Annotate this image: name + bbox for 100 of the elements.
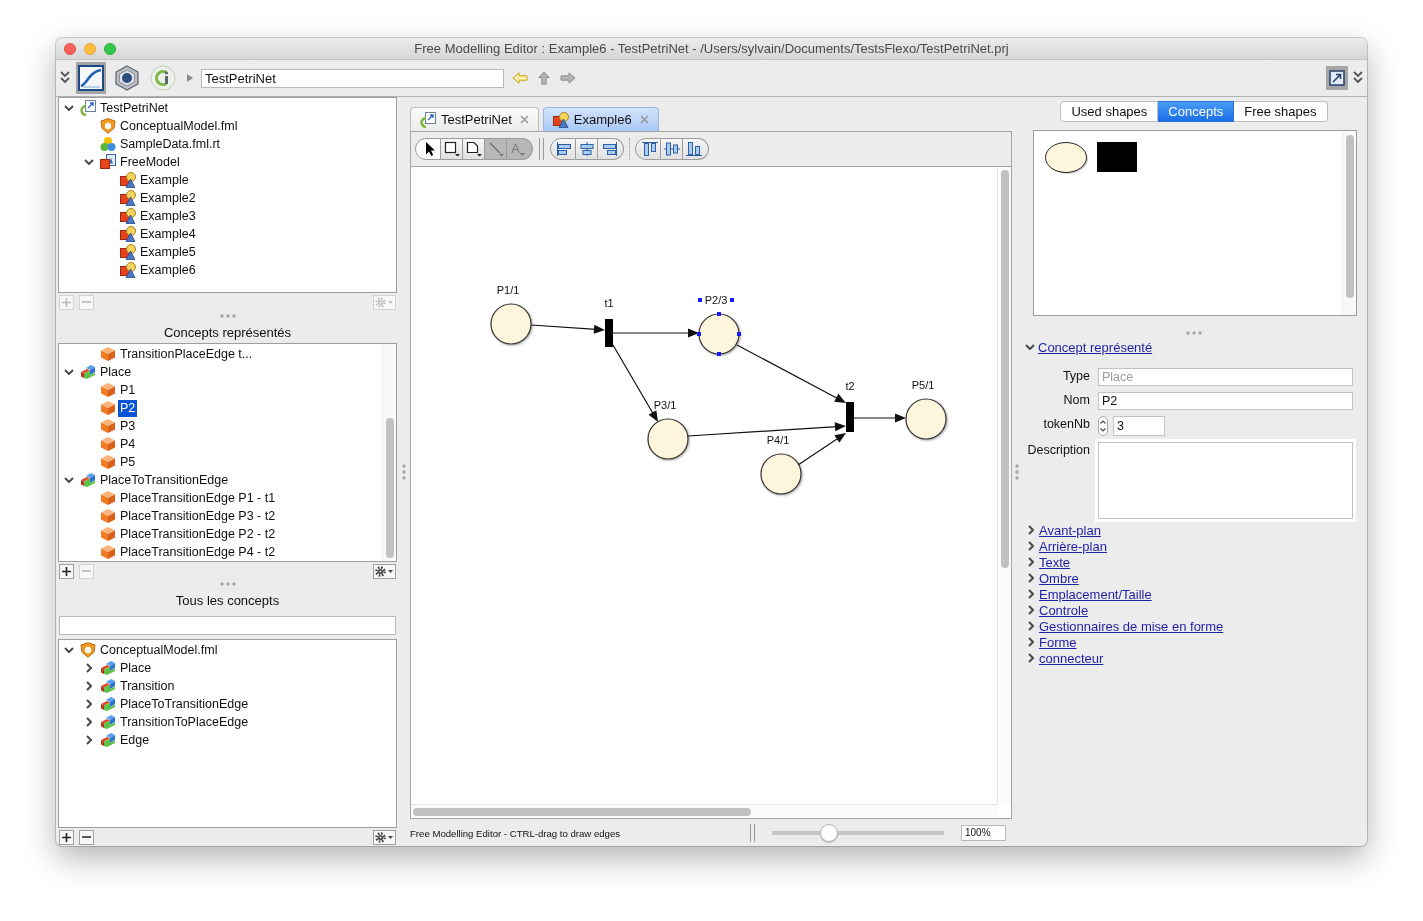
rectangle-tool-button[interactable] [441, 138, 463, 160]
section-link[interactable]: connecteur [1039, 650, 1104, 666]
tree-item[interactable]: P3 [118, 417, 138, 435]
tree-item[interactable]: P1 [118, 381, 138, 399]
add-button[interactable] [59, 829, 74, 845]
tree-item[interactable]: PlaceTransitionEdge P1 - t1 [118, 489, 278, 507]
tree-item[interactable]: Example3 [138, 207, 198, 225]
tree-item[interactable]: TestPetriNet [98, 99, 171, 117]
selection-handle[interactable] [737, 332, 741, 336]
editor-tab[interactable]: Example6 [542, 107, 659, 131]
chevron-right-icon[interactable] [86, 735, 92, 745]
tree-item[interactable]: ConceptualModel.fml [98, 641, 220, 659]
chevron-right-icon[interactable] [1028, 621, 1034, 631]
chevron-right-icon[interactable] [1028, 525, 1034, 535]
settings-button[interactable] [373, 563, 396, 579]
stepper-icon[interactable] [1098, 416, 1108, 436]
chevron-right-icon[interactable] [1028, 573, 1034, 583]
align-button[interactable] [635, 138, 661, 160]
slider-thumb[interactable] [819, 823, 838, 842]
align-button[interactable] [576, 138, 598, 160]
close-icon[interactable] [519, 115, 529, 124]
align-button[interactable] [683, 138, 709, 160]
chevron-down-icon[interactable] [64, 477, 74, 483]
zoom-field[interactable]: 100% [961, 824, 1006, 841]
chevron-down-icon[interactable] [1025, 344, 1035, 350]
align-button[interactable] [598, 138, 624, 160]
chevron-right-icon[interactable] [86, 663, 92, 673]
section-link[interactable]: Forme [1039, 634, 1077, 650]
search-field[interactable] [59, 616, 396, 635]
tree-item[interactable]: FreeModel [118, 153, 182, 171]
grip-handle-icon[interactable] [1186, 331, 1202, 335]
tree-item[interactable]: PlaceToTransitionEdge [118, 695, 251, 713]
tree-item[interactable]: PlaceToTransitionEdge [98, 471, 231, 489]
grip-handle-icon[interactable] [1015, 463, 1019, 480]
editor-tab[interactable]: TestPetriNet [410, 107, 539, 131]
tree-item[interactable]: TransitionToPlaceEdge [118, 713, 251, 731]
chevron-down-icon[interactable] [64, 105, 74, 111]
tree-item[interactable]: P2 [118, 399, 138, 417]
section-link[interactable]: Controle [1039, 602, 1089, 618]
grip-handle-icon[interactable] [402, 463, 406, 480]
vertical-scrollbar[interactable] [1342, 131, 1356, 315]
view-tab[interactable]: Free shapes [1234, 101, 1328, 122]
chevron-right-icon[interactable] [1028, 653, 1034, 663]
chevron-right-icon[interactable] [1028, 557, 1034, 567]
tree-item[interactable]: PlaceTransitionEdge P3 - t2 [118, 507, 278, 525]
perspective-button[interactable] [76, 62, 106, 94]
tree-item[interactable]: SampleData.fml.rt [118, 135, 223, 153]
double-chevron-icon[interactable] [1353, 71, 1363, 85]
tree-item[interactable]: Example6 [138, 261, 198, 279]
selection-handle[interactable] [730, 298, 734, 302]
chevron-right-icon[interactable] [1028, 541, 1034, 551]
add-button[interactable] [59, 563, 74, 579]
view-tab[interactable]: Used shapes [1060, 101, 1159, 122]
tree-item[interactable]: PlaceTransitionEdge P2 - t2 [118, 525, 278, 543]
grip-handle-icon[interactable] [219, 582, 236, 586]
tree-item[interactable]: Place [118, 659, 154, 677]
tree-item[interactable]: Place [98, 363, 134, 381]
align-button[interactable] [661, 138, 683, 160]
tree-item[interactable]: P4 [118, 435, 138, 453]
tree-item[interactable]: ConceptualModel.fml [118, 117, 240, 135]
tree-item[interactable]: P5 [118, 453, 138, 471]
selection-handle[interactable] [698, 298, 702, 302]
settings-button[interactable] [373, 829, 396, 845]
chevron-right-icon[interactable] [1028, 589, 1034, 599]
vertical-scrollbar[interactable] [997, 167, 1011, 804]
section-link[interactable]: Arrière-plan [1039, 538, 1107, 554]
pointer-tool-button[interactable] [415, 138, 441, 160]
close-icon[interactable] [64, 42, 76, 55]
view-tab[interactable]: Concepts [1158, 101, 1235, 122]
remove-button[interactable] [79, 829, 94, 845]
chevron-down-icon[interactable] [64, 647, 74, 653]
selection-handle[interactable] [717, 312, 721, 316]
section-link[interactable]: Texte [1039, 554, 1071, 570]
chevron-right-icon[interactable] [86, 699, 92, 709]
chevron-right-icon[interactable] [86, 681, 92, 691]
tree-item[interactable]: Example5 [138, 243, 198, 261]
number-field[interactable]: 3 [1113, 416, 1165, 436]
tree-item[interactable]: Edge [118, 731, 152, 749]
section-link[interactable]: Emplacement/Taille [1039, 586, 1152, 602]
section-link[interactable]: Gestionnaires de mise en forme [1039, 618, 1224, 634]
double-chevron-icon[interactable] [60, 71, 70, 85]
selection-handle[interactable] [717, 352, 721, 356]
chevron-down-icon[interactable] [64, 369, 74, 375]
text-field[interactable]: P2 [1098, 392, 1353, 410]
horizontal-scrollbar[interactable] [411, 804, 997, 818]
grip-handle-icon[interactable] [219, 314, 236, 318]
selection-handle[interactable] [697, 332, 701, 336]
section-link[interactable]: Concept représenté [1038, 339, 1153, 355]
tree-item[interactable]: Example4 [138, 225, 198, 243]
align-button[interactable] [550, 138, 576, 160]
section-link[interactable]: Avant-plan [1039, 522, 1101, 538]
chevron-right-icon[interactable] [1028, 605, 1034, 615]
ellipse-icon[interactable] [1045, 141, 1089, 175]
tree-item[interactable]: PlaceTransitionEdge P4 - t2 [118, 543, 278, 561]
chevron-down-icon[interactable] [84, 159, 94, 165]
tree-item[interactable]: Example2 [138, 189, 198, 207]
chevron-right-icon[interactable] [1028, 637, 1034, 647]
perspective-button[interactable] [148, 62, 178, 94]
section-link[interactable]: Ombre [1039, 570, 1079, 586]
tree-item[interactable]: Transition [118, 677, 177, 695]
